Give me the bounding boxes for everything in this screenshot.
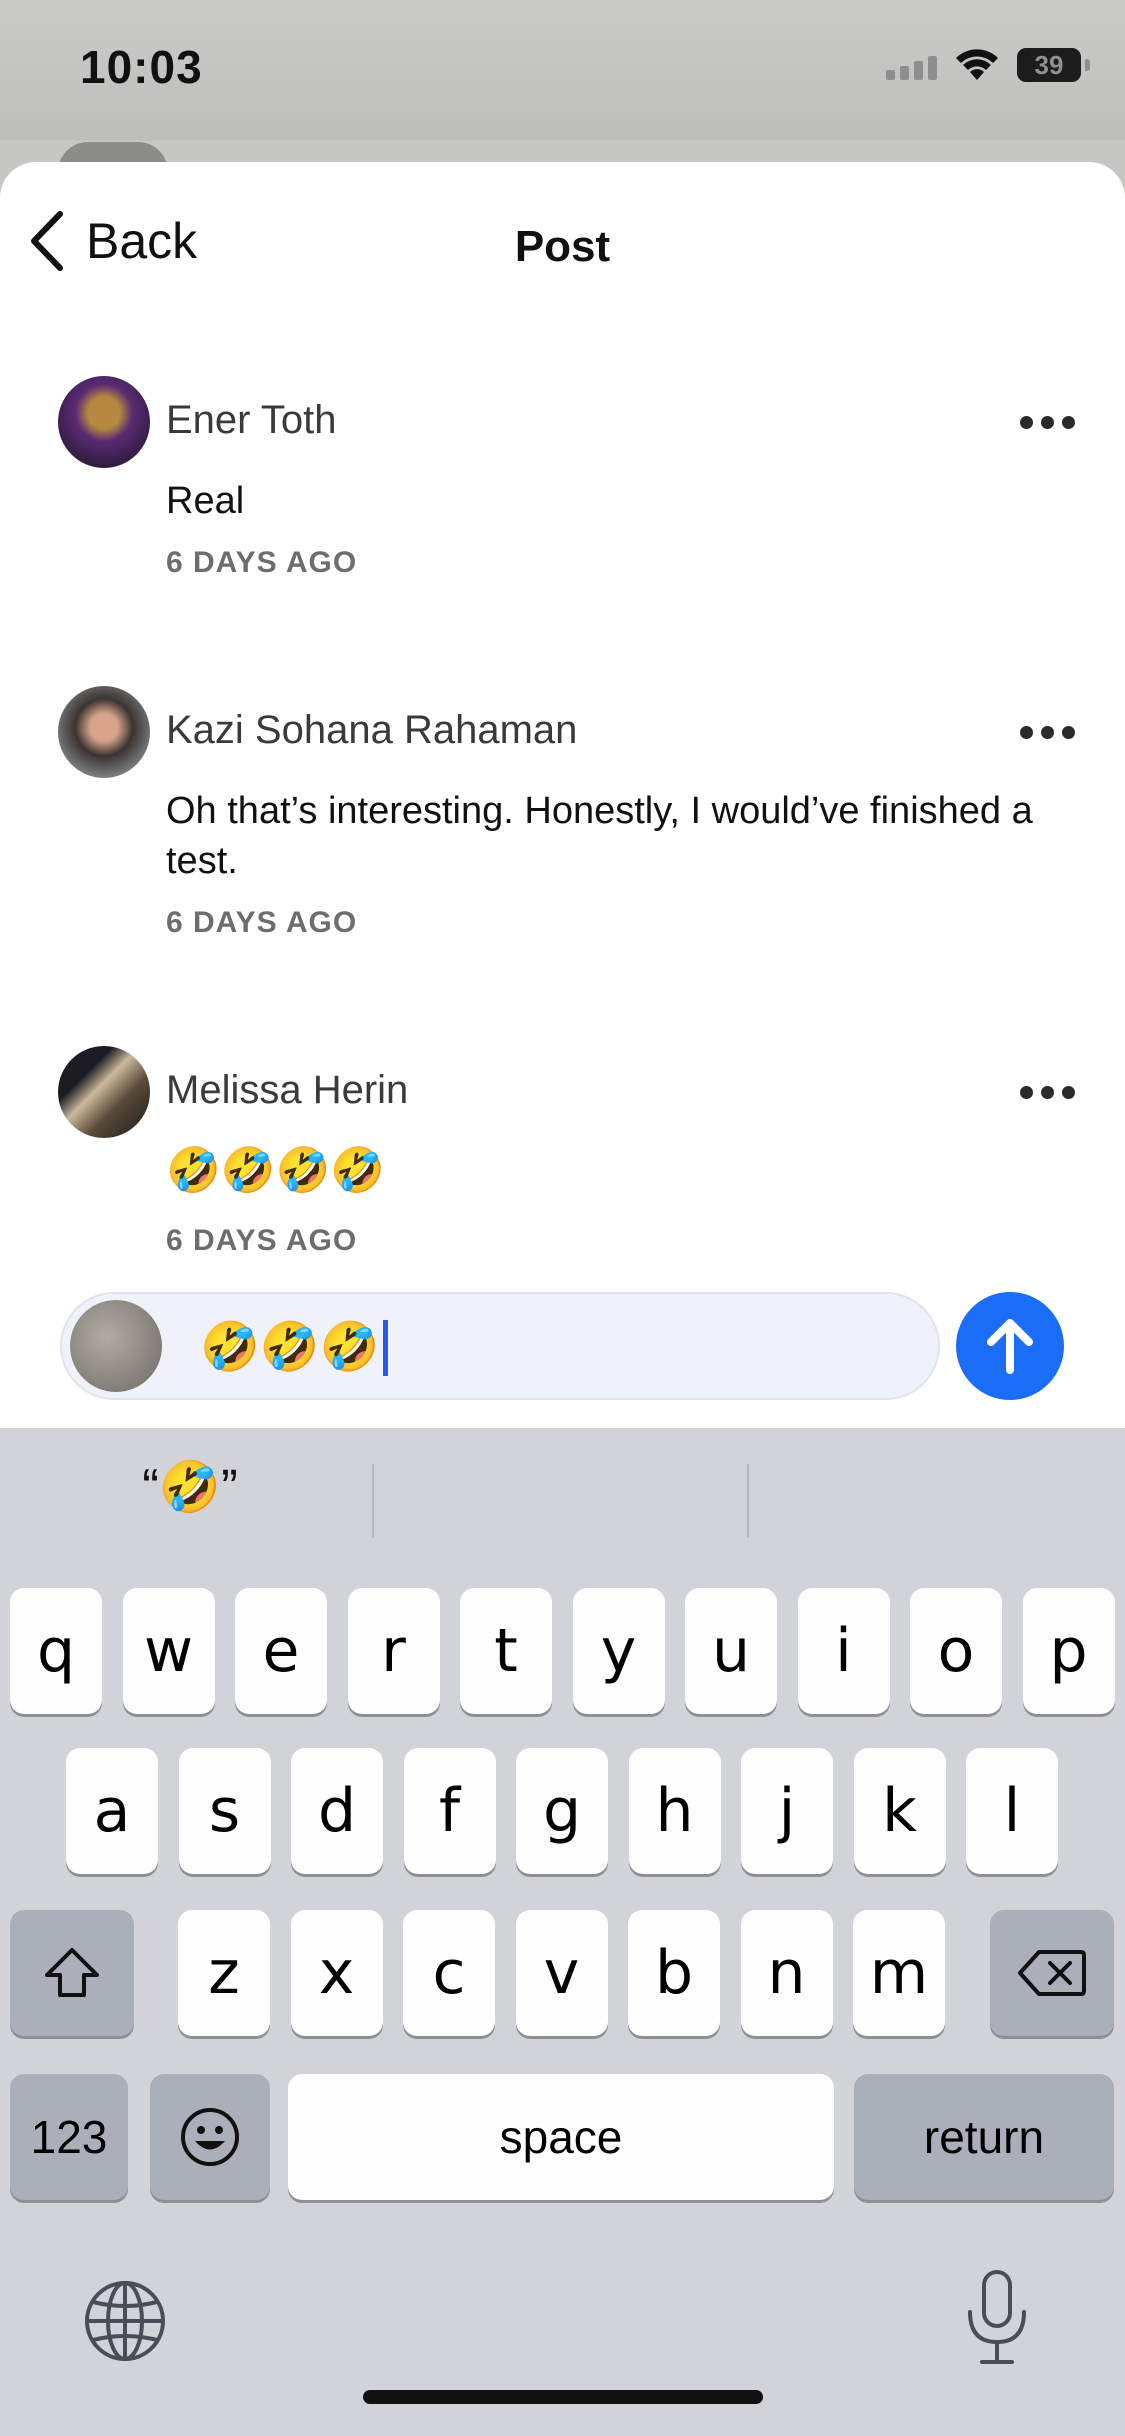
suggestion-bar: “🤣” [0, 1428, 1125, 1548]
status-bar: 10:03 39 [0, 0, 1125, 172]
comment-author[interactable]: Kazi Sohana Rahaman [166, 708, 577, 753]
key-n[interactable]: n [740, 1910, 833, 2036]
keyboard: “🤣” q w e r t y u i o p a s d f g h j k l z x c v b n m 123 space re… [0, 1428, 1125, 2436]
comment-body: Real [166, 480, 245, 522]
avatar[interactable] [58, 376, 150, 468]
backspace-icon [1018, 1950, 1086, 1996]
more-options-button[interactable] [1020, 1086, 1075, 1099]
suggestion-item[interactable]: “🤣” [100, 1458, 280, 1528]
battery-level: 39 [1034, 50, 1064, 80]
comment-time: 6 DAYS AGO [166, 1224, 358, 1257]
key-v[interactable]: v [515, 1910, 608, 2036]
comment-author[interactable]: Ener Toth [166, 398, 337, 443]
dictation-button[interactable] [962, 2268, 1032, 2368]
comment-time: 6 DAYS AGO [166, 546, 358, 579]
comment-body: Oh that’s interesting. Honestly, I would… [166, 790, 1033, 882]
key-q[interactable]: q [10, 1588, 102, 1714]
key-i[interactable]: i [797, 1588, 890, 1714]
key-w[interactable]: w [122, 1588, 215, 1714]
wifi-icon [956, 49, 998, 80]
numbers-key[interactable]: 123 [10, 2074, 128, 2200]
key-y[interactable]: y [572, 1588, 665, 1714]
more-options-button[interactable] [1020, 726, 1075, 739]
more-options-button[interactable] [1020, 416, 1075, 429]
key-r[interactable]: r [347, 1588, 440, 1714]
key-z[interactable]: z [178, 1910, 270, 2036]
backspace-key[interactable] [990, 1910, 1114, 2036]
key-t[interactable]: t [460, 1588, 552, 1714]
comment-time: 6 DAYS AGO [166, 906, 358, 939]
return-key[interactable]: return [854, 2074, 1114, 2200]
key-u[interactable]: u [685, 1588, 777, 1714]
key-o[interactable]: o [910, 1588, 1002, 1714]
arrow-up-icon [987, 1319, 1033, 1374]
key-b[interactable]: b [628, 1910, 720, 2036]
status-icons: 39 [886, 48, 1090, 82]
globe-icon [85, 2281, 165, 2361]
key-a[interactable]: a [66, 1748, 158, 1874]
send-button[interactable] [956, 1292, 1064, 1400]
page-title: Post [514, 222, 611, 271]
text-cursor [383, 1320, 389, 1376]
shift-icon [45, 1948, 99, 1997]
avatar[interactable] [58, 1046, 150, 1138]
key-l[interactable]: l [966, 1748, 1058, 1874]
avatar [70, 1300, 162, 1392]
globe-button[interactable] [82, 2278, 168, 2364]
comment-body: 🤣🤣🤣🤣 [166, 1146, 386, 1195]
status-time: 10:03 [80, 41, 203, 93]
key-e[interactable]: e [235, 1588, 327, 1714]
home-indicator[interactable] [363, 2390, 763, 2404]
comment-author[interactable]: Melissa Herin [166, 1068, 408, 1113]
comment-input[interactable]: 🤣🤣🤣 [60, 1292, 940, 1400]
comment-composer: 🤣🤣🤣 [0, 1288, 1125, 1428]
comment-input-value[interactable]: 🤣🤣🤣 [200, 1318, 389, 1378]
battery-icon: 39 [1017, 48, 1090, 82]
key-h[interactable]: h [628, 1748, 721, 1874]
key-g[interactable]: g [516, 1748, 608, 1874]
key-x[interactable]: x [290, 1910, 383, 2036]
post-sheet: Back Post Ener Toth Real 6 DAYS AGO Kazi… [0, 162, 1125, 1432]
emoji-key[interactable] [150, 2074, 270, 2200]
comment-input-text: 🤣🤣🤣 [200, 1321, 380, 1374]
key-j[interactable]: j [741, 1748, 833, 1874]
key-s[interactable]: s [178, 1748, 271, 1874]
signal-icon [886, 50, 937, 80]
space-key[interactable]: space [288, 2074, 834, 2200]
avatar[interactable] [58, 686, 150, 778]
key-k[interactable]: k [853, 1748, 946, 1874]
key-f[interactable]: f [403, 1748, 496, 1874]
shift-key[interactable] [10, 1910, 134, 2036]
key-c[interactable]: c [403, 1910, 495, 2036]
key-d[interactable]: d [291, 1748, 383, 1874]
key-m[interactable]: m [853, 1910, 945, 2036]
key-p[interactable]: p [1022, 1588, 1115, 1714]
microphone-icon [968, 2270, 1026, 2364]
emoji-icon [181, 2108, 239, 2166]
